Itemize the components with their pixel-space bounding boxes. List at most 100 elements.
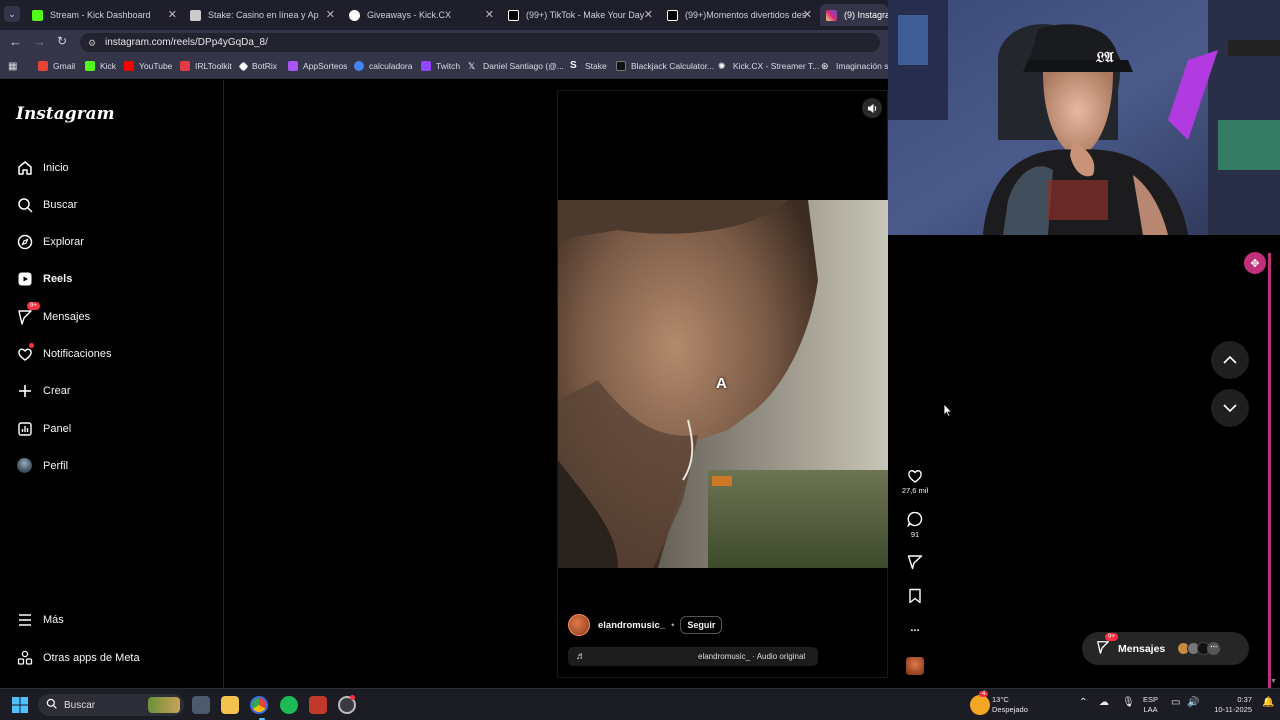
tab-giveaways[interactable]: Giveaways - Kick.CX ✕ (343, 4, 498, 26)
instagram-logo[interactable]: Instagram (16, 104, 115, 124)
chrome-icon[interactable] (250, 696, 268, 714)
like-button[interactable]: 27,6 mil (900, 468, 930, 495)
author-avatar[interactable] (568, 614, 590, 636)
messages-pill-button[interactable]: 9+ Mensajes ⋯ (1082, 632, 1249, 665)
bookmark-blackjack[interactable]: Blackjack Calculator... (616, 61, 714, 71)
dashboard-icon (16, 420, 33, 437)
bookmark-calculadora[interactable]: calculadora (354, 61, 412, 71)
comment-icon (907, 511, 923, 527)
kick-icon (85, 61, 95, 71)
separator-dot: • (671, 619, 675, 631)
plus-icon (16, 382, 33, 399)
more-options-icon[interactable]: ... (900, 622, 930, 634)
nav-meta-apps[interactable]: Otras apps de Meta (16, 649, 140, 666)
bookmark-kickcx[interactable]: ✺ Kick.CX - Streamer T... (718, 61, 819, 71)
windows-taskbar: Buscar 4 13°C Despejado ⌃ ☁ 🎙 ESP LAA ▭ … (0, 688, 1280, 720)
volume-icon[interactable] (862, 98, 882, 118)
nav-perfil[interactable]: Perfil (16, 457, 68, 474)
appsorteos-icon (288, 61, 298, 71)
tray-chevron-up-icon[interactable]: ⌃ (1079, 698, 1087, 708)
more-chats-icon: ⋯ (1207, 642, 1221, 655)
bookmark-botrix[interactable]: BotRix (238, 61, 277, 71)
forward-arrow-icon[interactable]: → (33, 34, 46, 49)
taskbar-search-input[interactable]: Buscar (38, 694, 184, 716)
messenger-icon: 9+ (16, 302, 40, 325)
browser-tab-bar: ⌄ Stream - Kick Dashboard ✕ Stake: Casin… (0, 0, 888, 30)
nav-reels[interactable]: Reels (16, 270, 72, 287)
windows-start-icon[interactable] (12, 697, 28, 718)
notification-dot (29, 343, 34, 348)
audio-thumbnail[interactable] (906, 657, 924, 675)
scroll-thumb[interactable] (1268, 253, 1271, 688)
comment-button[interactable]: 91 (900, 511, 930, 539)
spotify-icon[interactable] (280, 696, 298, 714)
share-icon (907, 555, 923, 570)
bookmark-twitch[interactable]: Twitch (421, 61, 460, 71)
nav-crear[interactable]: Crear (16, 382, 71, 399)
microphone-icon[interactable]: 🎙 (1122, 698, 1135, 708)
tab-tiktok-momentos[interactable]: (99+)Momentos divertidos des ✕ (661, 4, 816, 26)
bookmark-youtube[interactable]: YouTube (124, 61, 172, 71)
network-icon[interactable]: ▭ (1171, 698, 1180, 708)
close-tab-icon[interactable]: ✕ (326, 8, 335, 21)
follow-button[interactable]: Seguir (680, 616, 723, 634)
clock[interactable]: 0:37 10-11-2025 (1207, 695, 1252, 715)
onedrive-icon[interactable]: ☁ (1099, 698, 1109, 708)
save-button[interactable] (900, 588, 930, 607)
close-tab-icon[interactable]: ✕ (803, 8, 812, 21)
notification-bell-icon[interactable]: 🔔 (1262, 698, 1274, 708)
address-bar-row: ← → ↻ instagram.com/reels/DPp4yGqDa_8/ ⚙ (0, 30, 888, 55)
weather-widget[interactable]: 13°C Despejado (992, 695, 1028, 715)
nav-buscar[interactable]: Buscar (16, 196, 77, 213)
nav-panel[interactable]: Panel (16, 420, 71, 437)
bookmark-gmail[interactable]: Gmail (38, 61, 75, 71)
nav-inicio[interactable]: Inicio (16, 159, 69, 176)
tab-instagram[interactable]: (9) Instagram (820, 4, 888, 26)
audio-pill[interactable]: ♬ elandromusic_ · Audio original (568, 647, 818, 666)
bookmark-kick[interactable]: Kick (85, 61, 116, 71)
bookmark-imaginacion[interactable]: ⊛ Imaginación sc (821, 61, 893, 71)
tab-search-button[interactable]: ⌄ (4, 6, 20, 22)
url-input[interactable]: instagram.com/reels/DPp4yGqDa_8/ (80, 33, 880, 52)
reload-icon[interactable]: ↻ (57, 34, 67, 48)
close-tab-icon[interactable]: ✕ (168, 8, 177, 21)
nav-notificaciones[interactable]: Notificaciones (16, 343, 111, 362)
x-icon: 𝕏 (468, 61, 476, 71)
bookmark-irltoolkit[interactable]: IRLToolkit (180, 61, 232, 71)
page-scrollbar[interactable] (1267, 235, 1280, 688)
close-tab-icon[interactable]: ✕ (644, 8, 653, 21)
nav-mensajes[interactable]: 9+ Mensajes (16, 302, 90, 325)
compass-icon (16, 233, 33, 250)
previous-reel-button[interactable] (1211, 341, 1249, 379)
chevron-up-icon (1223, 356, 1237, 364)
kickcx-icon (349, 9, 360, 21)
volume-icon[interactable]: 🔊 (1187, 698, 1199, 708)
bookmark-appsorteos[interactable]: AppSorteos (288, 61, 347, 71)
task-view-icon[interactable] (192, 696, 210, 714)
extension-float-icon[interactable]: ✥ (1244, 252, 1266, 274)
tab-stake[interactable]: Stake: Casino en línea y Ap ✕ (184, 4, 339, 26)
meta-apps-icon (16, 649, 33, 666)
back-arrow-icon[interactable]: ← (9, 34, 22, 49)
nav-explorar[interactable]: Explorar (16, 233, 84, 250)
author-username[interactable]: elandromusic_ (598, 620, 665, 631)
streaming-app-icon[interactable] (309, 696, 327, 714)
share-button[interactable] (900, 554, 930, 573)
scroll-down-arrow-icon[interactable]: ▼ (1270, 678, 1277, 685)
botrix-icon (238, 61, 249, 71)
site-info-icon[interactable]: ⚙ (88, 38, 96, 49)
bookmark-daniel-santiago[interactable]: 𝕏 Daniel Santiago (@... (468, 61, 564, 71)
nav-mas[interactable]: Más (16, 611, 64, 628)
weather-moon-icon[interactable] (970, 695, 990, 715)
tiktok-icon (667, 9, 678, 21)
language-indicator[interactable]: ESP LAA (1143, 695, 1158, 715)
irltoolkit-icon (180, 61, 190, 71)
next-reel-button[interactable] (1211, 389, 1249, 427)
file-explorer-icon[interactable] (221, 696, 239, 714)
heart-icon (16, 343, 34, 362)
apps-grid-icon[interactable]: ▦ (8, 61, 17, 72)
bookmark-stake[interactable]: S Stake (570, 61, 607, 72)
close-tab-icon[interactable]: ✕ (485, 8, 494, 21)
tab-tiktok[interactable]: (99+) TikTok - Make Your Day ✕ (502, 4, 657, 26)
tab-kick-dashboard[interactable]: Stream - Kick Dashboard ✕ (26, 4, 181, 26)
